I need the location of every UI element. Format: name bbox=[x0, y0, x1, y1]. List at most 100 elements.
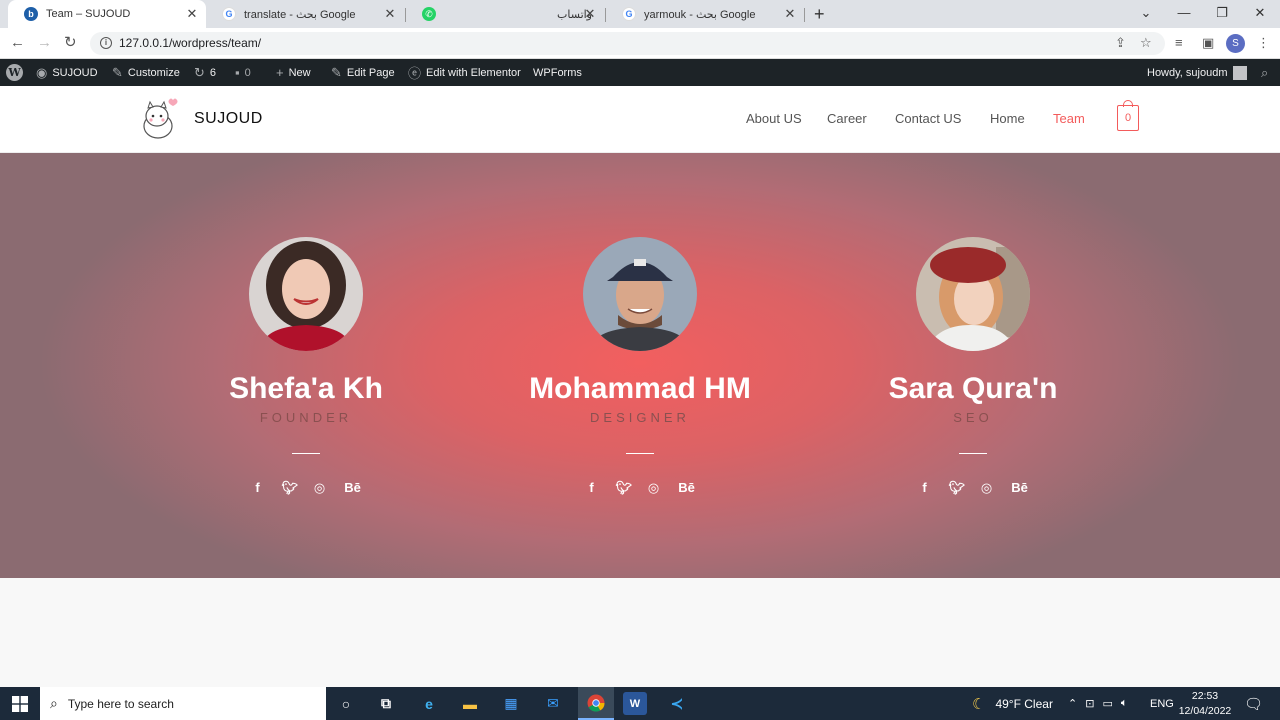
close-tab-icon[interactable]: ✕ bbox=[184, 6, 200, 22]
site-title[interactable]: SUJOUD bbox=[194, 110, 263, 128]
task-view-icon[interactable]: ⧉ bbox=[374, 692, 398, 715]
google-icon: G bbox=[622, 7, 636, 21]
reload-icon[interactable]: ↻ bbox=[64, 35, 77, 51]
wp-new[interactable]: + New bbox=[276, 59, 311, 86]
tab-whatsapp[interactable]: ✆ واتساب ✕ bbox=[406, 0, 604, 28]
wp-edit-elementor[interactable]: ⓔ Edit with Elementor bbox=[408, 59, 521, 86]
menu-item-home[interactable]: Home bbox=[990, 111, 1025, 126]
wp-my-account[interactable]: Howdy, sujoudm bbox=[1147, 59, 1247, 86]
language-indicator[interactable]: ENG bbox=[1150, 687, 1174, 720]
facebook-icon[interactable]: f bbox=[251, 480, 265, 496]
search-icon: ⌕ bbox=[1261, 64, 1269, 80]
minimize-button[interactable]: — bbox=[1174, 4, 1194, 22]
forward-arrow-icon[interactable]: → bbox=[37, 35, 52, 51]
twitter-icon[interactable]: 🐦︎ bbox=[949, 480, 966, 496]
user-avatar bbox=[1232, 65, 1247, 80]
pencil-icon: ✎ bbox=[331, 64, 342, 80]
windows-taskbar: ⌕ Type here to search ○ ⧉ e ▬ ▦ ✉ W ≺ ☾ … bbox=[0, 687, 1280, 720]
mail-icon[interactable]: ✉ bbox=[541, 692, 565, 715]
chrome-menu-icon[interactable]: ⋮ bbox=[1257, 35, 1270, 51]
profile-avatar[interactable]: S bbox=[1226, 34, 1245, 53]
taskbar-search-box[interactable]: ⌕ Type here to search bbox=[40, 687, 326, 720]
facebook-icon[interactable]: f bbox=[918, 480, 932, 496]
cart-button[interactable]: 0 bbox=[1117, 100, 1139, 131]
wp-edit-page[interactable]: ✎ Edit Page bbox=[331, 59, 395, 86]
updates-icon: ↻ bbox=[194, 64, 205, 80]
url-omnibox[interactable]: i 127.0.0.1/wordpress/team/ ⇪ ☆ bbox=[90, 32, 1165, 55]
reading-list-icon[interactable]: ≡ bbox=[1175, 35, 1183, 50]
weather-widget[interactable]: ☾ 49°F Clear bbox=[972, 687, 1053, 720]
battery-icon[interactable]: ▭ bbox=[1102, 697, 1112, 710]
wp-wpforms[interactable]: WPForms bbox=[533, 59, 582, 86]
site-favicon-icon: b bbox=[24, 7, 38, 21]
menu-item-about-us[interactable]: About US bbox=[746, 111, 802, 126]
dribbble-icon[interactable]: ◎ bbox=[313, 480, 327, 496]
cortana-icon[interactable]: ○ bbox=[334, 692, 358, 715]
address-toolbar: ← → ↻ i 127.0.0.1/wordpress/team/ ⇪ ☆ ≡ … bbox=[0, 28, 1280, 59]
twitter-icon[interactable]: 🐦︎ bbox=[616, 480, 633, 496]
close-tab-icon[interactable]: ✕ bbox=[782, 6, 798, 22]
tab-translate[interactable]: G translate - بحث Google ✕ bbox=[206, 0, 404, 28]
edge-icon[interactable]: e bbox=[417, 692, 441, 715]
wp-comments[interactable]: ▪ 0 bbox=[235, 59, 251, 86]
dashboard-icon: ◉ bbox=[36, 64, 48, 80]
member-photo bbox=[249, 237, 363, 351]
windows-start-icon[interactable] bbox=[8, 692, 32, 715]
wp-admin-bar: W ◉ SUJOUD ✎ Customize ↻ 6 ▪ 0 + New ✎ Edit Pa… bbox=[0, 59, 1280, 86]
share-icon[interactable]: ⇪ bbox=[1115, 35, 1126, 51]
chevron-up-icon[interactable]: ⌃ bbox=[1068, 697, 1077, 710]
tab-yarmouk[interactable]: G yarmouk - بحث Google ✕ bbox=[606, 0, 804, 28]
site-logo[interactable] bbox=[140, 96, 180, 142]
facebook-icon[interactable]: f bbox=[585, 480, 599, 496]
member-name: Sara Qura'n bbox=[888, 372, 1058, 405]
social-links: f 🐦︎ ◎ Bē bbox=[490, 480, 790, 496]
menu-item-career[interactable]: Career bbox=[827, 111, 867, 126]
social-links: f 🐦︎ ◎ Bē bbox=[823, 480, 1123, 496]
tab-separator bbox=[804, 8, 805, 22]
system-tray-icons: ⌃ ⊡ ▭ 🔈︎ bbox=[1068, 687, 1127, 720]
menu-item-contact-us[interactable]: Contact US bbox=[895, 111, 961, 126]
member-role: SEO bbox=[953, 410, 993, 425]
paintbrush-icon: ✎ bbox=[112, 64, 123, 80]
file-explorer-icon[interactable]: ▬ bbox=[458, 692, 482, 715]
dribbble-icon[interactable]: ◎ bbox=[980, 480, 994, 496]
wp-logo-menu[interactable]: W bbox=[6, 59, 23, 86]
tab-team-sujoud[interactable]: b Team – SUJOUD ✕ bbox=[8, 0, 206, 28]
plus-icon: + bbox=[276, 65, 284, 80]
close-tab-icon[interactable]: ✕ bbox=[382, 6, 398, 22]
divider bbox=[626, 453, 654, 454]
close-window-button[interactable]: ✕ bbox=[1250, 4, 1270, 22]
close-tab-icon[interactable]: ✕ bbox=[582, 6, 598, 22]
dribbble-icon[interactable]: ◎ bbox=[647, 480, 661, 496]
tab-search-chevron-icon[interactable]: ⌄ bbox=[1136, 4, 1156, 22]
behance-icon[interactable]: Bē bbox=[1011, 480, 1029, 496]
vscode-icon[interactable]: ≺ bbox=[665, 692, 689, 715]
clock[interactable]: 22:53 12/04/2022 bbox=[1178, 687, 1232, 720]
team-member-card: Mohammad HM DESIGNER f 🐦︎ ◎ Bē bbox=[490, 237, 790, 496]
wp-search[interactable]: ⌕ bbox=[1261, 59, 1268, 86]
url-text[interactable]: 127.0.0.1/wordpress/team/ bbox=[119, 36, 261, 50]
wp-updates[interactable]: ↻ 6 bbox=[194, 59, 216, 86]
member-name: Shefa'a Kh bbox=[229, 372, 383, 405]
behance-icon[interactable]: Bē bbox=[344, 480, 362, 496]
member-name: Mohammad HM bbox=[529, 372, 751, 405]
behance-icon[interactable]: Bē bbox=[678, 480, 696, 496]
site-info-icon[interactable]: i bbox=[100, 37, 112, 49]
wp-customize[interactable]: ✎ Customize bbox=[112, 59, 180, 86]
menu-item-team[interactable]: Team bbox=[1053, 111, 1085, 126]
word-icon[interactable]: W bbox=[623, 692, 647, 715]
network-icon[interactable]: ⊡ bbox=[1085, 697, 1094, 710]
bookmark-star-icon[interactable]: ☆ bbox=[1140, 35, 1152, 51]
chrome-icon[interactable] bbox=[578, 687, 614, 720]
volume-icon[interactable]: 🔈︎ bbox=[1121, 697, 1128, 710]
member-role: FOUNDER bbox=[259, 410, 353, 425]
wp-site-name[interactable]: ◉ SUJOUD bbox=[36, 59, 98, 86]
back-arrow-icon[interactable]: ← bbox=[10, 35, 25, 51]
twitter-icon[interactable]: 🐦︎ bbox=[282, 480, 299, 496]
divider bbox=[292, 453, 320, 454]
side-panel-icon[interactable]: ▣ bbox=[1202, 35, 1214, 51]
restore-button[interactable]: ❐ bbox=[1212, 4, 1232, 22]
store-icon[interactable]: ▦ bbox=[499, 692, 523, 715]
notification-icon[interactable]: 🗨︎ bbox=[1244, 687, 1263, 720]
new-tab-button[interactable]: + bbox=[814, 4, 825, 24]
